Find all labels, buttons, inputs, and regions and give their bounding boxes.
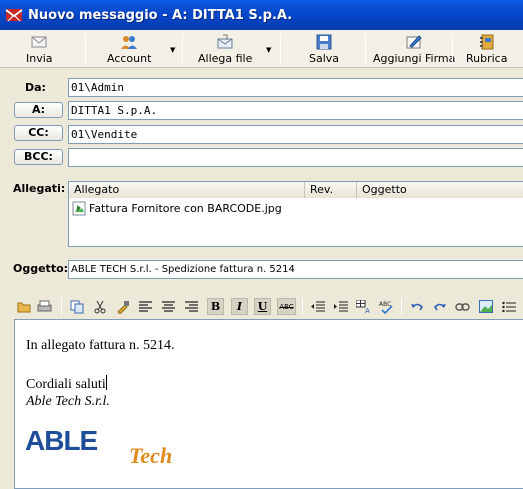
- save-label: Salva: [309, 52, 340, 65]
- text-caret: [105, 375, 107, 390]
- redo-icon[interactable]: [431, 298, 448, 315]
- floppy-icon: [316, 34, 332, 50]
- attach-mail-icon: [217, 34, 233, 49]
- attachments-list[interactable]: Allegato Rev. Oggetto Fattura Fornitore …: [68, 181, 523, 247]
- svg-text:A: A: [365, 307, 370, 314]
- attach-dropdown-icon[interactable]: ▼: [266, 46, 271, 54]
- attach-label: Allega file: [198, 52, 253, 65]
- attachment-row[interactable]: Fattura Fornitore con BARCODE.jpg: [72, 201, 282, 216]
- cc-field[interactable]: 01\Vendite: [68, 125, 523, 144]
- toolbar-separator: [182, 34, 183, 64]
- list-icon[interactable]: [500, 298, 517, 315]
- strikethrough-button[interactable]: ABC: [277, 298, 296, 315]
- bold-button[interactable]: B: [207, 298, 224, 315]
- bcc-button[interactable]: BCC:: [14, 149, 63, 165]
- add-signature-button[interactable]: Aggiungi Firma: [373, 32, 455, 66]
- underline-button[interactable]: U: [254, 298, 271, 315]
- column-header-attachment[interactable]: Allegato: [69, 182, 305, 198]
- open-folder-icon[interactable]: [15, 298, 32, 315]
- users-icon: [121, 36, 138, 49]
- message-header: Da: 01\Admin A: DITTA1 S.p.A. CC: 01\Ven…: [0, 68, 523, 290]
- send-button[interactable]: Invia: [26, 32, 53, 66]
- subject-field[interactable]: ABLE TECH S.r.l. - Spedizione fattura n.…: [68, 260, 523, 279]
- send-icon: [31, 36, 47, 48]
- outdent-icon[interactable]: [309, 298, 326, 315]
- address-book-icon: [479, 34, 494, 50]
- title-bar: Nuovo messaggio - A: DITTA1 S.p.A.: [0, 0, 523, 30]
- address-book-button[interactable]: Rubrica: [466, 32, 507, 66]
- logo-script-text: Tech: [129, 443, 172, 468]
- cc-button[interactable]: CC:: [14, 125, 63, 141]
- attachments-label: Allegati:: [13, 182, 66, 195]
- align-left-icon[interactable]: [137, 298, 154, 315]
- from-label: Da:: [25, 81, 46, 94]
- send-label: Invia: [26, 52, 53, 65]
- svg-text:ABC: ABC: [379, 301, 391, 308]
- main-toolbar: Invia Account ▼ Allega file ▼ Salva Aggi…: [0, 30, 523, 68]
- format-separator: [401, 298, 402, 315]
- pen-icon: [406, 35, 422, 49]
- account-button[interactable]: Account: [107, 32, 151, 66]
- undo-icon[interactable]: [408, 298, 425, 315]
- body-line: In allegato fattura n. 5214.: [26, 338, 175, 353]
- signature-line: Able Tech S.r.l.: [26, 394, 110, 409]
- spellcheck-icon[interactable]: ABC: [378, 298, 395, 315]
- account-label: Account: [107, 52, 152, 65]
- company-logo: ABLE Tech: [25, 425, 172, 468]
- attach-file-button[interactable]: Allega file: [198, 32, 252, 66]
- align-center-icon[interactable]: [160, 298, 177, 315]
- print-icon[interactable]: [36, 298, 53, 315]
- add-signature-label: Aggiungi Firma: [373, 52, 456, 65]
- column-header-rev[interactable]: Rev.: [305, 182, 357, 198]
- toolbar-separator: [452, 34, 453, 64]
- insert-table-font-icon[interactable]: A: [355, 298, 372, 315]
- account-dropdown-icon[interactable]: ▼: [170, 46, 175, 54]
- save-button[interactable]: Salva: [309, 32, 339, 66]
- logo-main-text: ABLE: [25, 425, 98, 456]
- format-separator: [302, 298, 303, 315]
- italic-button[interactable]: I: [231, 298, 248, 315]
- to-field[interactable]: DITTA1 S.p.A.: [68, 101, 523, 120]
- attachments-header: Allegato Rev. Oggetto: [69, 182, 523, 198]
- link-icon[interactable]: [454, 298, 471, 315]
- indent-icon[interactable]: [332, 298, 349, 315]
- image-file-icon: [72, 201, 86, 216]
- body-line: Cordiali saluti: [26, 375, 107, 393]
- toolbar-separator: [85, 34, 86, 64]
- toolbar-separator: [365, 34, 366, 64]
- to-button[interactable]: A:: [14, 102, 63, 118]
- from-field[interactable]: 01\Admin: [68, 78, 523, 97]
- copy-icon[interactable]: [68, 298, 85, 315]
- align-right-icon[interactable]: [183, 298, 200, 315]
- message-body-editor[interactable]: In allegato fattura n. 5214. Cordiali sa…: [14, 319, 523, 489]
- format-toolbar: B I U ABC A ABC: [0, 294, 523, 318]
- format-separator: [61, 298, 62, 315]
- toolbar-separator: [280, 34, 281, 64]
- cut-icon[interactable]: [91, 298, 108, 315]
- attachment-name: Fattura Fornitore con BARCODE.jpg: [89, 202, 282, 215]
- column-header-subject[interactable]: Oggetto: [357, 182, 523, 198]
- insert-image-icon[interactable]: [477, 298, 494, 315]
- closing-text: Cordiali saluti: [26, 377, 106, 392]
- address-book-label: Rubrica: [466, 52, 508, 65]
- window-title: Nuovo messaggio - A: DITTA1 S.p.A.: [28, 7, 293, 23]
- subject-label: Oggetto:: [13, 262, 69, 275]
- app-icon: [5, 9, 23, 22]
- format-painter-icon[interactable]: [114, 298, 131, 315]
- bcc-field[interactable]: [68, 148, 523, 167]
